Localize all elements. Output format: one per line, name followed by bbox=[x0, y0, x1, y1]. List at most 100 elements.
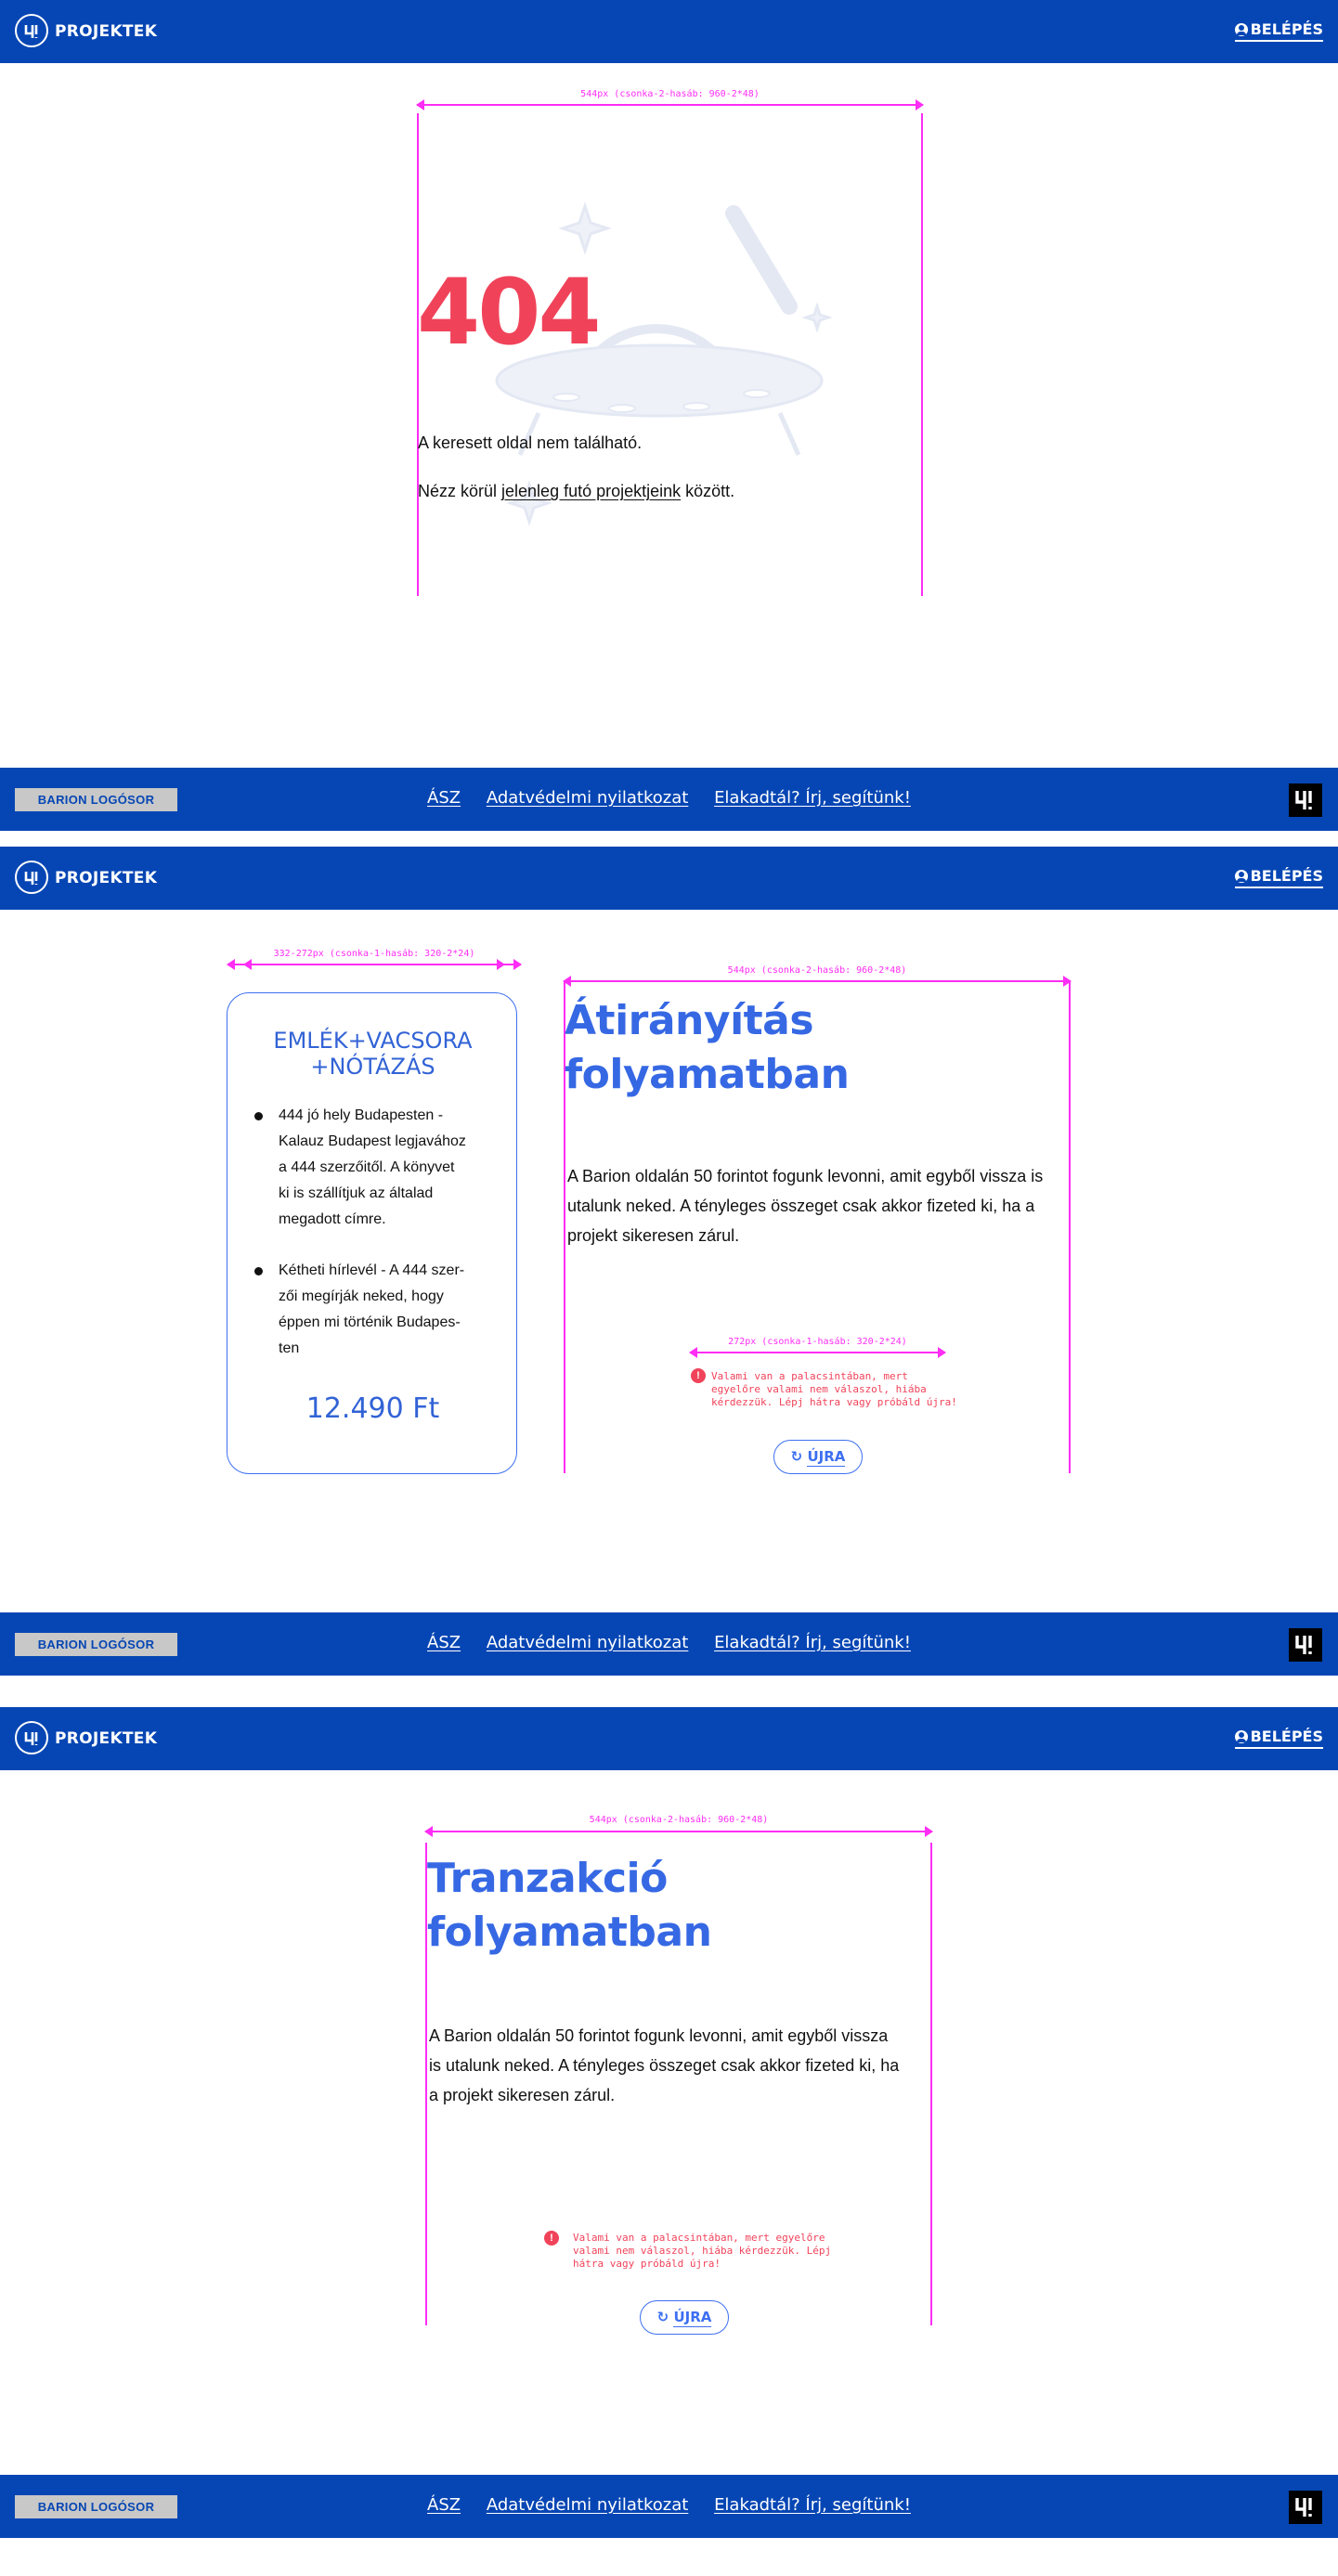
error-message: Valami van a palacsintában, mert egyelőr… bbox=[711, 1370, 957, 1409]
footer-links: ÁSZ Adatvédelmi nyilatkozat Elakadtál? Í… bbox=[0, 2495, 1338, 2515]
transaction-title: Tranzakció folyamatban bbox=[427, 1852, 712, 1960]
width-guide-arrow bbox=[424, 1826, 933, 1837]
transaction-title-line: Tranzakció bbox=[427, 1855, 668, 1902]
retry-label: ÚJRA bbox=[673, 2309, 712, 2327]
logo-icon[interactable] bbox=[15, 1721, 48, 1754]
error-code-404: 404 bbox=[417, 260, 602, 366]
login-button[interactable]: BELÉPÉS bbox=[1234, 1728, 1323, 1749]
reward-title-line: +NÓTÁZÁS bbox=[310, 1054, 435, 1080]
user-icon bbox=[1234, 22, 1248, 36]
card-inner-guide-arrow bbox=[243, 959, 505, 970]
card-width-guide-label: 332-272px (csonka-1-hasáb: 320-2*24) bbox=[273, 949, 475, 959]
footer-links: ÁSZ Adatvédelmi nyilatkozat Elakadtál? Í… bbox=[0, 1633, 1338, 1652]
brand-label[interactable]: PROJEKTEK bbox=[55, 1729, 157, 1748]
retry-button[interactable]: ↻ ÚJRA bbox=[773, 1440, 863, 1474]
error-line: kérdezzük. Lépj hátra vagy próbáld újra! bbox=[711, 1396, 957, 1408]
error-line: valami nem válaszol, hiába kérdezzük. Lé… bbox=[573, 2245, 832, 2257]
login-label: BELÉPÉS bbox=[1250, 1728, 1323, 1745]
reward-price: 12.490 Ft bbox=[305, 1392, 440, 1425]
error-line: hátra vagy próbáld újra! bbox=[573, 2258, 721, 2270]
reward-item-line: ki is szállítjuk az általad bbox=[279, 1185, 434, 1201]
reward-item-line: zői megírják neked, hogy bbox=[279, 1288, 444, 1304]
site-header: PROJEKTEK BELÉPÉS bbox=[0, 0, 1338, 63]
reward-item-line: Kalauz Budapest legjavához bbox=[279, 1133, 466, 1149]
reward-item-line: ten bbox=[279, 1340, 300, 1356]
width-guide-arrow bbox=[416, 99, 924, 110]
error-message: Valami van a palacsintában, mert egyelőr… bbox=[573, 2232, 831, 2271]
brand-badge-icon[interactable] bbox=[1289, 2491, 1322, 2524]
footer-link-privacy[interactable]: Adatvédelmi nyilatkozat bbox=[487, 2495, 688, 2515]
site-footer: BARION LOGÓSOR ÁSZ Adatvédelmi nyilatkoz… bbox=[0, 768, 1338, 831]
login-button[interactable]: BELÉPÉS bbox=[1234, 867, 1323, 888]
reward-item: 444 jó hely Budapesten - Kalauz Budapest… bbox=[254, 1103, 485, 1233]
redirect-title-line: folyamatban bbox=[565, 1051, 850, 1098]
transaction-title-line: folyamatban bbox=[427, 1909, 712, 1956]
site-footer: BARION LOGÓSOR ÁSZ Adatvédelmi nyilatkoz… bbox=[0, 2475, 1338, 2538]
error-width-guide-arrow bbox=[689, 1347, 946, 1358]
browse-prefix: Nézz körül bbox=[418, 482, 502, 500]
error-width-guide-label: 272px (csonka-1-hasáb: 320-2*24) bbox=[728, 1337, 907, 1347]
footer-link-asz[interactable]: ÁSZ bbox=[427, 788, 461, 808]
refresh-icon: ↻ bbox=[656, 2309, 669, 2325]
footer-link-privacy[interactable]: Adatvédelmi nyilatkozat bbox=[487, 788, 688, 808]
error-line: Valami van a palacsintában, mert egyelőr… bbox=[573, 2232, 825, 2244]
brand-badge-icon[interactable] bbox=[1289, 783, 1322, 817]
reward-card[interactable]: EMLÉK+VACSORA +NÓTÁZÁS 444 jó hely Budap… bbox=[227, 992, 517, 1474]
reward-item-line: megadott címre. bbox=[279, 1211, 386, 1227]
footer-link-help[interactable]: Elakadtál? Írj, segítünk! bbox=[714, 2495, 911, 2515]
error-line: Valami van a palacsintában, mert bbox=[711, 1370, 908, 1382]
redirect-description: A Barion oldalán 50 forintot fogunk levo… bbox=[567, 1161, 1043, 1250]
description-line: a projekt sikeresen zárul. bbox=[429, 2086, 616, 2104]
login-label: BELÉPÉS bbox=[1250, 867, 1323, 885]
layout-guide-right bbox=[921, 113, 923, 596]
layout-guide-right bbox=[930, 1843, 932, 2325]
error-icon: ! bbox=[691, 1368, 706, 1383]
width-guide-label: 544px (csonka-2-hasáb: 960-2*48) bbox=[589, 1815, 769, 1825]
footer-links: ÁSZ Adatvédelmi nyilatkozat Elakadtál? Í… bbox=[0, 788, 1338, 808]
reward-title-line: EMLÉK+VACSORA bbox=[273, 1028, 473, 1054]
brand-label[interactable]: PROJEKTEK bbox=[55, 22, 157, 41]
reward-item-line: 444 jó hely Budapesten - bbox=[279, 1107, 444, 1123]
brand-badge-icon[interactable] bbox=[1289, 1628, 1322, 1662]
user-icon bbox=[1234, 1729, 1248, 1743]
description-line: A Barion oldalán 50 forintot fogunk levo… bbox=[429, 2026, 889, 2045]
footer-link-asz[interactable]: ÁSZ bbox=[427, 2495, 461, 2515]
description-line: is utalunk neked. A tényleges összeget c… bbox=[429, 2056, 900, 2075]
error-icon: ! bbox=[544, 2231, 559, 2246]
brand-label[interactable]: PROJEKTEK bbox=[55, 869, 157, 887]
footer-link-privacy[interactable]: Adatvédelmi nyilatkozat bbox=[487, 1633, 688, 1652]
layout-guide-right bbox=[1069, 981, 1071, 1473]
site-header: PROJEKTEK BELÉPÉS bbox=[0, 847, 1338, 910]
footer-link-help[interactable]: Elakadtál? Írj, segítünk! bbox=[714, 788, 911, 808]
reward-title: EMLÉK+VACSORA +NÓTÁZÁS bbox=[227, 1028, 518, 1080]
logo-icon[interactable] bbox=[15, 861, 48, 894]
description-line: A Barion oldalán 50 forintot fogunk levo… bbox=[567, 1167, 1044, 1185]
browse-projects-text: Nézz körül jelenleg futó projektjeink kö… bbox=[418, 482, 734, 501]
not-found-message: A keresett oldal nem található. bbox=[418, 434, 643, 452]
login-button[interactable]: BELÉPÉS bbox=[1234, 20, 1323, 42]
running-projects-link[interactable]: jelenleg futó projektjeink bbox=[501, 482, 681, 500]
description-line: projekt sikeresen zárul. bbox=[567, 1226, 740, 1245]
width-guide-label: 544px (csonka-2-hasáb: 960-2*48) bbox=[580, 89, 760, 99]
width-guide-label: 544px (csonka-2-hasáb: 960-2*48) bbox=[727, 965, 907, 976]
browse-suffix: között. bbox=[681, 482, 735, 500]
site-footer: BARION LOGÓSOR ÁSZ Adatvédelmi nyilatkoz… bbox=[0, 1612, 1338, 1676]
redirect-title: Átirányítás folyamatban bbox=[565, 994, 850, 1102]
reward-item-line: Kétheti hírlevél - A 444 szer- bbox=[279, 1262, 465, 1278]
reward-item: Kétheti hírlevél - A 444 szer- zői megír… bbox=[254, 1258, 485, 1362]
width-guide-arrow bbox=[563, 976, 1072, 987]
user-icon bbox=[1234, 869, 1248, 883]
login-label: BELÉPÉS bbox=[1250, 20, 1323, 38]
logo-icon[interactable] bbox=[15, 14, 48, 47]
refresh-icon: ↻ bbox=[790, 1448, 803, 1465]
retry-button[interactable]: ↻ ÚJRA bbox=[640, 2300, 729, 2335]
site-header: PROJEKTEK BELÉPÉS bbox=[0, 1707, 1338, 1770]
error-line: egyelőre valami nem válaszol, hiába bbox=[711, 1383, 927, 1395]
retry-label: ÚJRA bbox=[807, 1448, 846, 1467]
transaction-description: A Barion oldalán 50 forintot fogunk levo… bbox=[429, 2021, 899, 2110]
reward-item-line: a 444 szerzőitől. A könyvet bbox=[279, 1159, 455, 1175]
footer-link-help[interactable]: Elakadtál? Írj, segítünk! bbox=[714, 1633, 911, 1652]
description-line: utalunk neked. A tényleges összeget csak… bbox=[567, 1197, 1035, 1215]
footer-link-asz[interactable]: ÁSZ bbox=[427, 1633, 461, 1652]
redirect-title-line: Átirányítás bbox=[565, 997, 814, 1044]
